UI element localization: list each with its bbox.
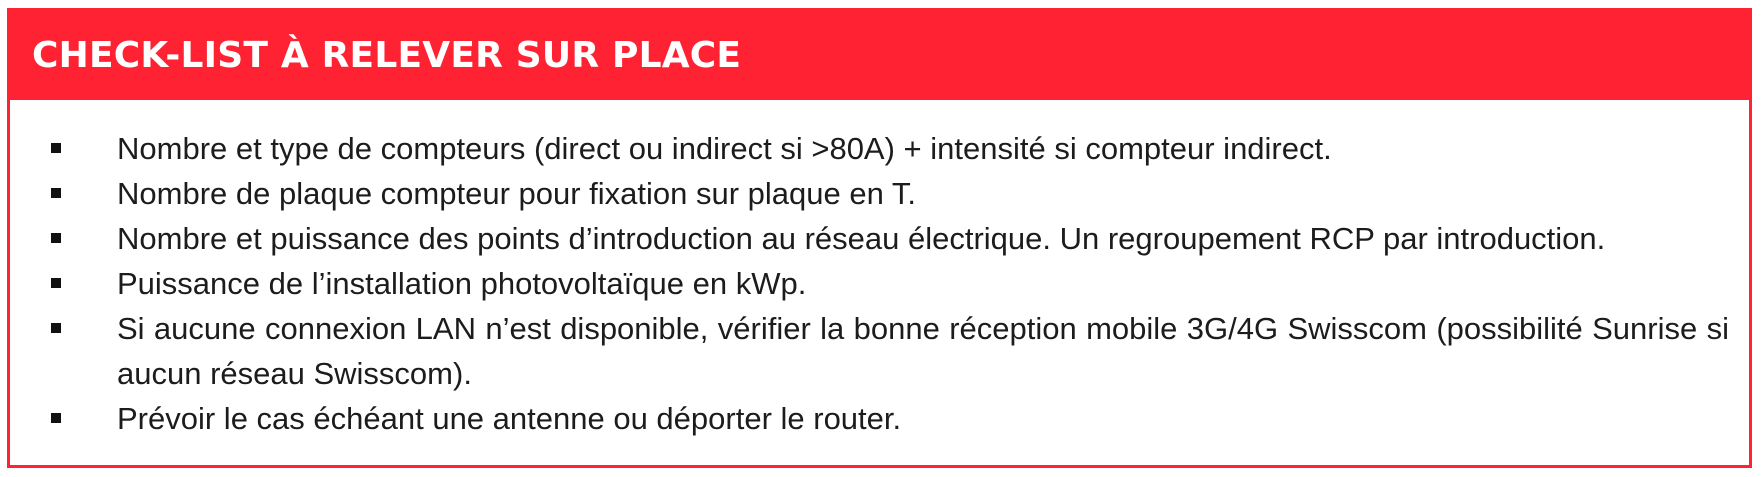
square-bullet-icon — [51, 413, 61, 423]
checklist-header: CHECK-LIST À RELEVER SUR PLACE — [10, 11, 1749, 100]
checklist-panel: CHECK-LIST À RELEVER SUR PLACE Nombre et… — [7, 8, 1752, 468]
square-bullet-icon — [51, 233, 61, 243]
checklist-item-text: Nombre de plaque compteur pour fixation … — [117, 176, 917, 211]
checklist-item: Nombre de plaque compteur pour fixation … — [10, 171, 1749, 216]
checklist-item-text: Nombre et puissance des points d’introdu… — [117, 221, 1606, 256]
checklist-title: CHECK-LIST À RELEVER SUR PLACE — [32, 35, 742, 76]
checklist-item-text: Si aucune connexion LAN n’est disponible… — [117, 311, 1729, 391]
square-bullet-icon — [51, 143, 61, 153]
checklist-item: Nombre et type de compteurs (direct ou i… — [10, 126, 1749, 171]
checklist-item-text: Prévoir le cas échéant une antenne ou dé… — [117, 401, 902, 436]
square-bullet-icon — [51, 323, 61, 333]
checklist-item-text: Puissance de l’installation photovoltaïq… — [117, 266, 807, 301]
checklist-item: Nombre et puissance des points d’introdu… — [10, 216, 1749, 261]
checklist-item: Prévoir le cas échéant une antenne ou dé… — [10, 396, 1749, 441]
checklist-item: Si aucune connexion LAN n’est disponible… — [10, 306, 1749, 396]
checklist-item-text: Nombre et type de compteurs (direct ou i… — [117, 131, 1332, 166]
square-bullet-icon — [51, 188, 61, 198]
checklist-item: Puissance de l’installation photovoltaïq… — [10, 261, 1749, 306]
checklist-list: Nombre et type de compteurs (direct ou i… — [10, 126, 1749, 441]
square-bullet-icon — [51, 278, 61, 288]
